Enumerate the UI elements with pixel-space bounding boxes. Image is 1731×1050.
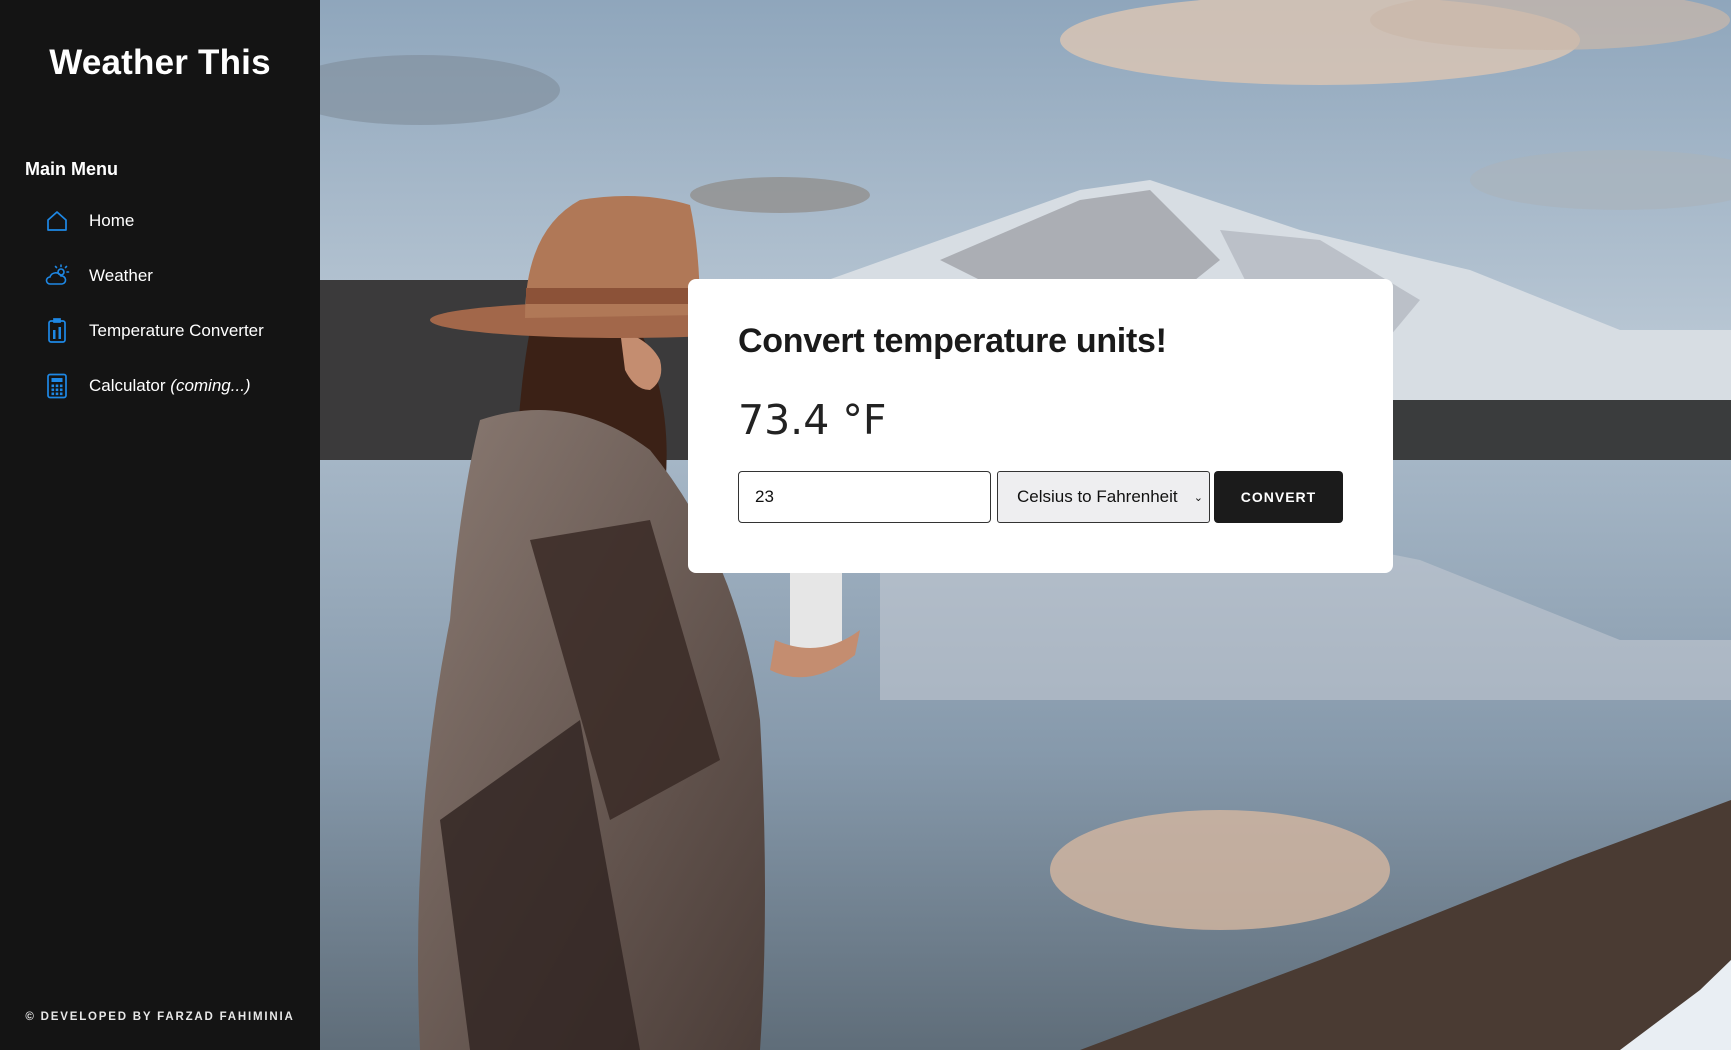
sidebar-item-weather[interactable]: Weather (0, 248, 320, 303)
conversion-type-select[interactable]: Celsius to Fahrenheit ⌄ (997, 471, 1210, 523)
calculator-icon (44, 373, 70, 399)
thermometer-icon (44, 317, 70, 344)
sidebar-item-home[interactable]: Home (0, 193, 320, 248)
sidebar: Weather This Main Menu Home Weather Temp… (0, 0, 320, 1050)
sidebar-item-calculator[interactable]: Calculator (coming...) (0, 358, 320, 413)
footer-credit: © DEVELOPED BY FARZAD FAHIMINIA (25, 1011, 295, 1023)
converter-form: Celsius to Fahrenheit ⌄ CONVERT (738, 471, 1343, 523)
converter-card: Convert temperature units! 73.4 °F Celsi… (688, 279, 1393, 573)
menu-heading: Main Menu (25, 159, 118, 179)
home-icon (44, 208, 70, 234)
weather-icon (44, 263, 70, 289)
conversion-result: 73.4 °F (738, 396, 887, 444)
sidebar-item-label: Temperature Converter (89, 320, 264, 340)
sidebar-item-label: Home (89, 210, 135, 230)
sidebar-item-label: Calculator (coming...) (89, 376, 251, 396)
card-title: Convert temperature units! (738, 322, 1167, 360)
chevron-down-icon: ⌄ (1193, 491, 1203, 504)
sidebar-item-temperature-converter[interactable]: Temperature Converter (0, 303, 320, 358)
coming-soon-note: (coming...) (170, 375, 251, 395)
brand-title[interactable]: Weather This (0, 0, 320, 83)
app-root: Weather This Main Menu Home Weather Temp… (0, 0, 1731, 1050)
selected-conversion-type: Celsius to Fahrenheit (1017, 487, 1178, 506)
main-menu: Home Weather Temperature Converter Calcu… (0, 193, 320, 413)
convert-button[interactable]: CONVERT (1214, 471, 1343, 523)
temperature-input[interactable] (738, 471, 991, 523)
sidebar-item-label: Weather (89, 265, 153, 285)
main-content: Convert temperature units! 73.4 °F Celsi… (320, 0, 1731, 1050)
calculator-label: Calculator (89, 375, 166, 395)
